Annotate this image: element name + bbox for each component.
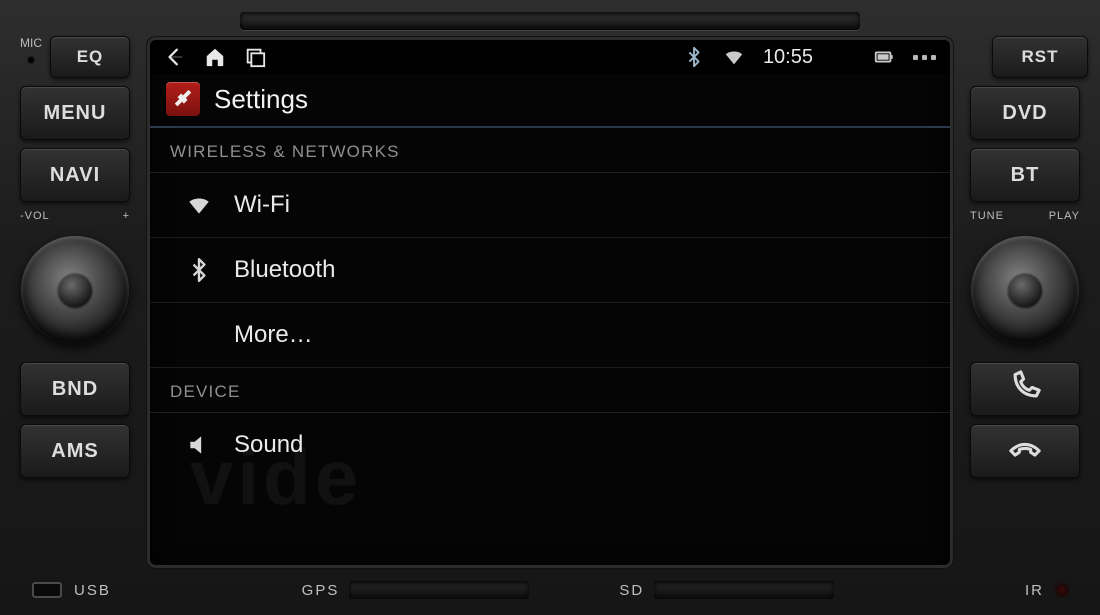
- gps-label: GPS: [302, 582, 340, 599]
- bt-label: BT: [1011, 164, 1040, 187]
- usb-port[interactable]: [32, 582, 62, 598]
- status-bar: 10:55: [150, 40, 950, 74]
- settings-title-bar: Settings: [150, 74, 950, 128]
- bnd-label: BND: [52, 378, 98, 401]
- sd-label: SD: [619, 582, 644, 599]
- row-more-label: More…: [234, 321, 313, 349]
- rst-label: RST: [1022, 47, 1059, 67]
- row-sound-label: Sound: [234, 431, 303, 459]
- vol-label-row: -VOL +: [20, 210, 130, 222]
- bluetooth-status-icon: [683, 46, 705, 68]
- navi-label: NAVI: [50, 164, 100, 187]
- usb-label: USB: [74, 582, 111, 599]
- bt-button[interactable]: BT: [970, 148, 1080, 202]
- back-icon[interactable]: [164, 46, 186, 68]
- tune-knob[interactable]: [971, 236, 1079, 344]
- settings-app-icon: [166, 82, 200, 116]
- screen-bezel: 10:55 Settings WIRELESS & NETWORKS: [146, 36, 954, 569]
- head-unit-frame: MIC EQ MENU NAVI -VOL + BND AMS: [0, 0, 1100, 615]
- menu-button[interactable]: MENU: [20, 86, 130, 140]
- phone-hangup-icon: [1008, 431, 1042, 471]
- wifi-status-icon: [723, 46, 745, 68]
- sound-icon: [184, 432, 214, 458]
- eq-button[interactable]: EQ: [50, 36, 130, 78]
- rst-button[interactable]: RST: [992, 36, 1088, 78]
- tune-label: TUNE: [970, 210, 1004, 222]
- ir-receiver: [1056, 584, 1068, 596]
- phone-answer-button[interactable]: [970, 362, 1080, 416]
- mic-hole: [27, 56, 35, 64]
- ir-label: IR: [1025, 582, 1044, 599]
- row-wifi-label: Wi-Fi: [234, 191, 290, 219]
- tune-label-row: TUNE PLAY: [970, 210, 1080, 222]
- row-wifi[interactable]: Wi-Fi: [150, 173, 950, 238]
- vol-minus-label: -VOL: [20, 210, 50, 222]
- row-sound[interactable]: Sound: [150, 413, 950, 461]
- bottom-panel: USB GPS SD IR: [12, 569, 1088, 611]
- ams-label: AMS: [51, 440, 98, 463]
- row-bluetooth-label: Bluetooth: [234, 256, 335, 284]
- home-icon[interactable]: [204, 46, 226, 68]
- left-button-column: MIC EQ MENU NAVI -VOL + BND AMS: [12, 36, 138, 569]
- recents-icon[interactable]: [244, 46, 266, 68]
- dvd-label: DVD: [1002, 102, 1047, 125]
- touchscreen[interactable]: 10:55 Settings WIRELESS & NETWORKS: [150, 40, 950, 565]
- ams-button[interactable]: AMS: [20, 424, 130, 478]
- eq-label: EQ: [77, 47, 104, 67]
- gps-card-slot[interactable]: [349, 581, 529, 599]
- page-title: Settings: [214, 84, 308, 115]
- navi-button[interactable]: NAVI: [20, 148, 130, 202]
- row-bluetooth[interactable]: Bluetooth: [150, 238, 950, 303]
- row-more[interactable]: More…: [150, 303, 950, 368]
- dvd-button[interactable]: DVD: [970, 86, 1080, 140]
- clock: 10:55: [763, 46, 813, 69]
- mic-label: MIC: [20, 36, 42, 50]
- bnd-button[interactable]: BND: [20, 362, 130, 416]
- phone-answer-icon: [1008, 369, 1042, 409]
- volume-knob[interactable]: [21, 236, 129, 344]
- phone-hangup-button[interactable]: [970, 424, 1080, 478]
- section-header-device: DEVICE: [150, 368, 950, 413]
- play-label: PLAY: [1049, 210, 1080, 222]
- vol-plus-label: +: [123, 210, 130, 222]
- sd-card-slot[interactable]: [654, 581, 834, 599]
- disc-slot[interactable]: [240, 12, 860, 30]
- bluetooth-icon: [184, 257, 214, 283]
- section-header-wireless: WIRELESS & NETWORKS: [150, 128, 950, 173]
- battery-icon: [873, 46, 895, 68]
- right-button-column: RST DVD BT TUNE PLAY: [962, 36, 1088, 569]
- menu-dots-icon[interactable]: [913, 55, 936, 60]
- menu-label: MENU: [44, 102, 107, 125]
- settings-list[interactable]: WIRELESS & NETWORKS Wi-Fi Bluetooth: [150, 128, 950, 565]
- wifi-icon: [184, 192, 214, 218]
